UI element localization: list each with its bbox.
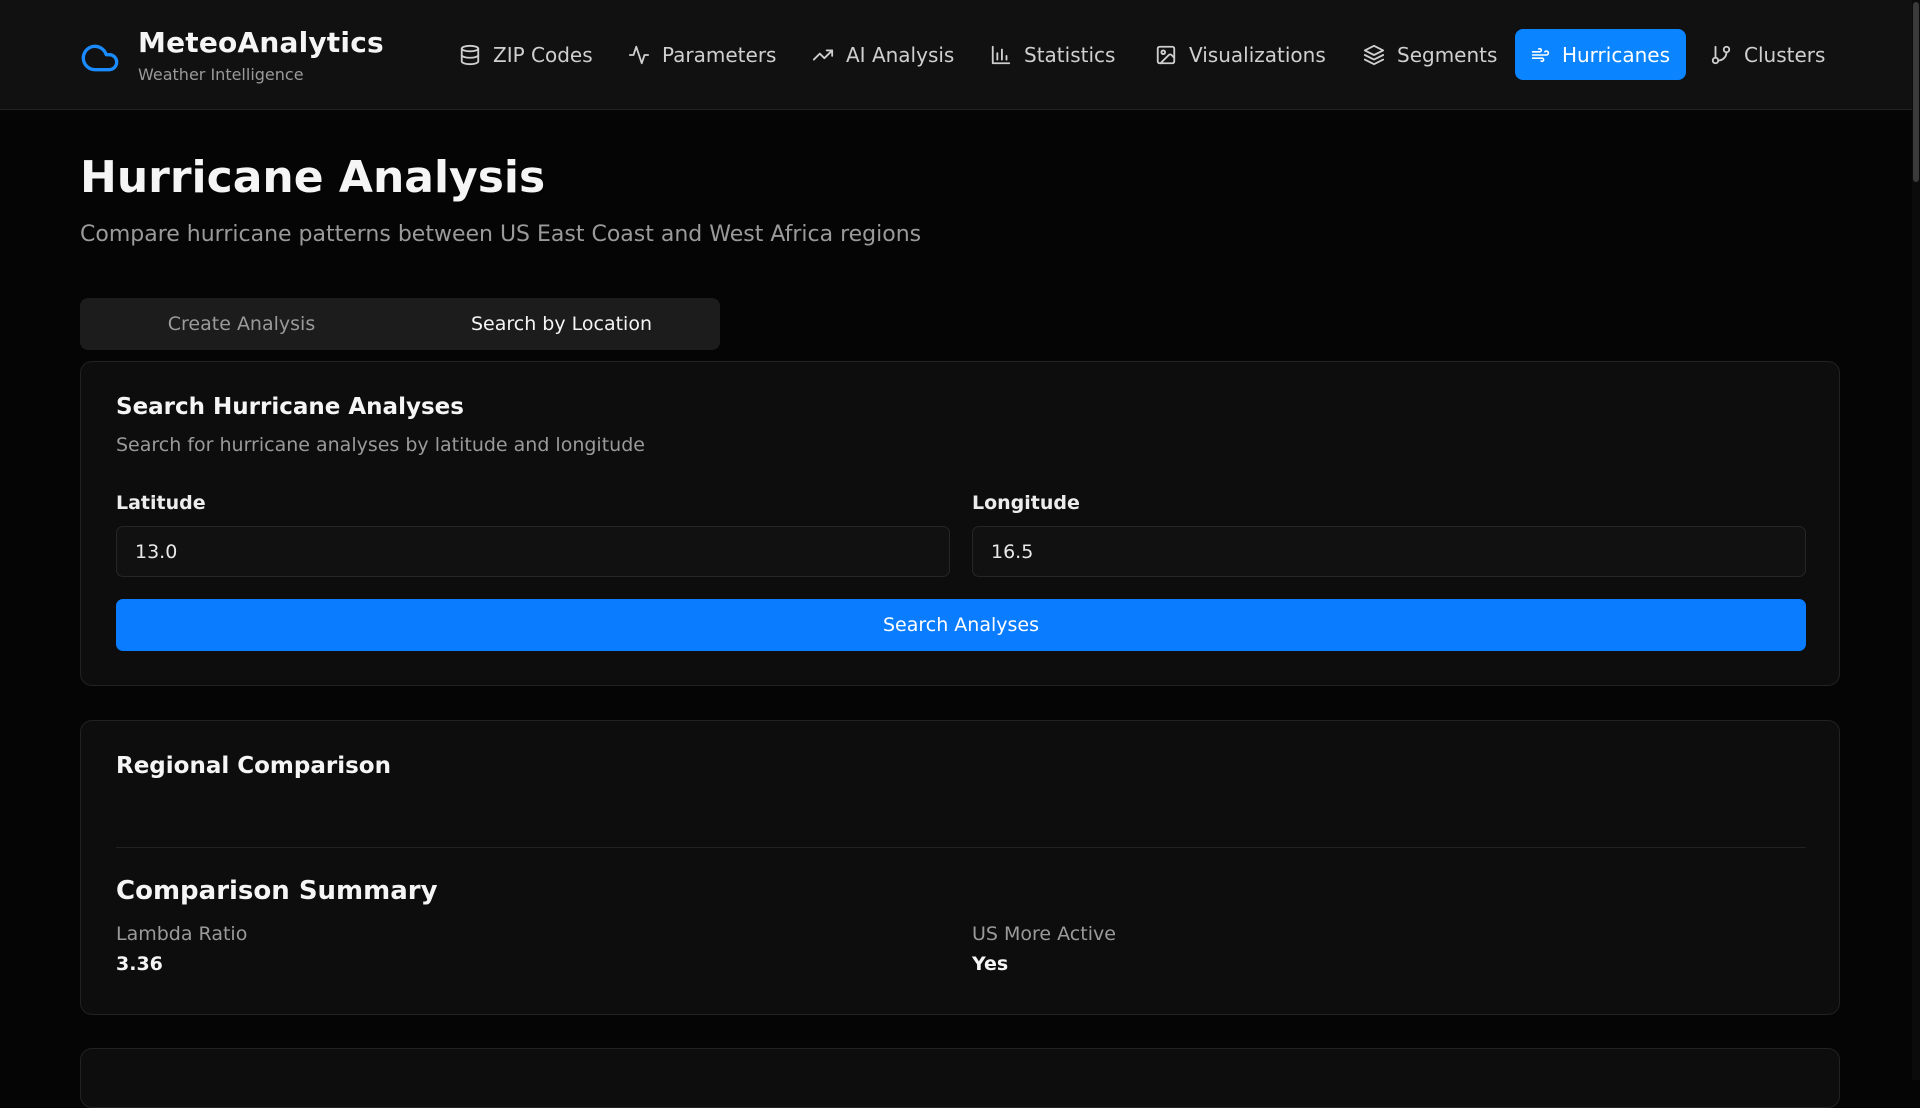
top-navbar: MeteoAnalytics Weather Intelligence ZIP … bbox=[0, 0, 1920, 110]
search-card: Search Hurricane Analyses Search for hur… bbox=[80, 361, 1840, 686]
nav-item-label: ZIP Codes bbox=[493, 42, 593, 67]
git-branch-icon bbox=[1711, 45, 1731, 64]
regional-comparison-card: Regional Comparison Comparison Summary L… bbox=[80, 720, 1840, 1015]
nav-item-label: Parameters bbox=[662, 42, 777, 67]
nav-item-label: Hurricanes bbox=[1561, 42, 1670, 67]
us-more-active-value: Yes bbox=[972, 953, 1009, 975]
bar-chart-icon bbox=[991, 45, 1011, 64]
nav-item-ai-analysis[interactable]: AI Analysis bbox=[796, 29, 970, 80]
trending-up-icon bbox=[812, 49, 834, 60]
nav-item-label: Statistics bbox=[1024, 42, 1116, 67]
tab-search-by-location[interactable]: Search by Location bbox=[403, 298, 720, 350]
nav-item-parameters[interactable]: Parameters bbox=[612, 29, 792, 80]
page-title: Hurricane Analysis bbox=[80, 152, 546, 203]
search-analyses-button[interactable]: Search Analyses bbox=[116, 599, 1806, 651]
longitude-label: Longitude bbox=[972, 492, 1080, 514]
page-scrollbar[interactable] bbox=[1912, 0, 1920, 1080]
next-card bbox=[80, 1048, 1840, 1108]
nav-item-label: Visualizations bbox=[1189, 42, 1326, 67]
tab-create-analysis[interactable]: Create Analysis bbox=[80, 298, 403, 350]
app-name: MeteoAnalytics bbox=[138, 26, 384, 59]
nav-item-statistics[interactable]: Statistics bbox=[974, 29, 1131, 80]
app-tagline: Weather Intelligence bbox=[138, 65, 304, 84]
nav-item-label: Clusters bbox=[1744, 42, 1826, 67]
latitude-label: Latitude bbox=[116, 492, 206, 514]
brand[interactable]: MeteoAnalytics Weather Intelligence bbox=[80, 26, 384, 86]
latitude-input[interactable] bbox=[116, 526, 950, 577]
search-card-description: Search for hurricane analyses by latitud… bbox=[116, 434, 645, 456]
page-subtitle: Compare hurricane patterns between US Ea… bbox=[80, 222, 922, 247]
scrollbar-thumb[interactable] bbox=[1913, 2, 1919, 182]
activity-icon bbox=[628, 45, 650, 64]
comparison-summary-title: Comparison Summary bbox=[116, 876, 438, 906]
nav-item-segments[interactable]: Segments bbox=[1347, 29, 1513, 80]
us-more-active-label: US More Active bbox=[972, 923, 1116, 945]
database-icon bbox=[460, 44, 480, 65]
longitude-input[interactable] bbox=[972, 526, 1806, 577]
nav-item-clusters[interactable]: Clusters bbox=[1694, 29, 1841, 80]
nav-item-label: AI Analysis bbox=[846, 42, 955, 67]
nav-item-hurricanes[interactable]: Hurricanes bbox=[1515, 29, 1686, 80]
nav-item-visualizations[interactable]: Visualizations bbox=[1139, 29, 1342, 80]
nav-item-label: Segments bbox=[1397, 42, 1498, 67]
regional-comparison-title: Regional Comparison bbox=[116, 753, 391, 779]
lambda-ratio-value: 3.36 bbox=[116, 953, 163, 975]
analysis-tabs: Create Analysis Search by Location bbox=[80, 298, 720, 350]
lambda-ratio-label: Lambda Ratio bbox=[116, 923, 248, 945]
cloud-icon bbox=[81, 44, 119, 72]
search-card-title: Search Hurricane Analyses bbox=[116, 394, 464, 420]
image-icon bbox=[1156, 45, 1176, 64]
nav-item-zip-codes[interactable]: ZIP Codes bbox=[443, 29, 609, 80]
layers-icon bbox=[1363, 44, 1385, 65]
divider bbox=[116, 847, 1806, 848]
wind-icon bbox=[1531, 47, 1550, 62]
